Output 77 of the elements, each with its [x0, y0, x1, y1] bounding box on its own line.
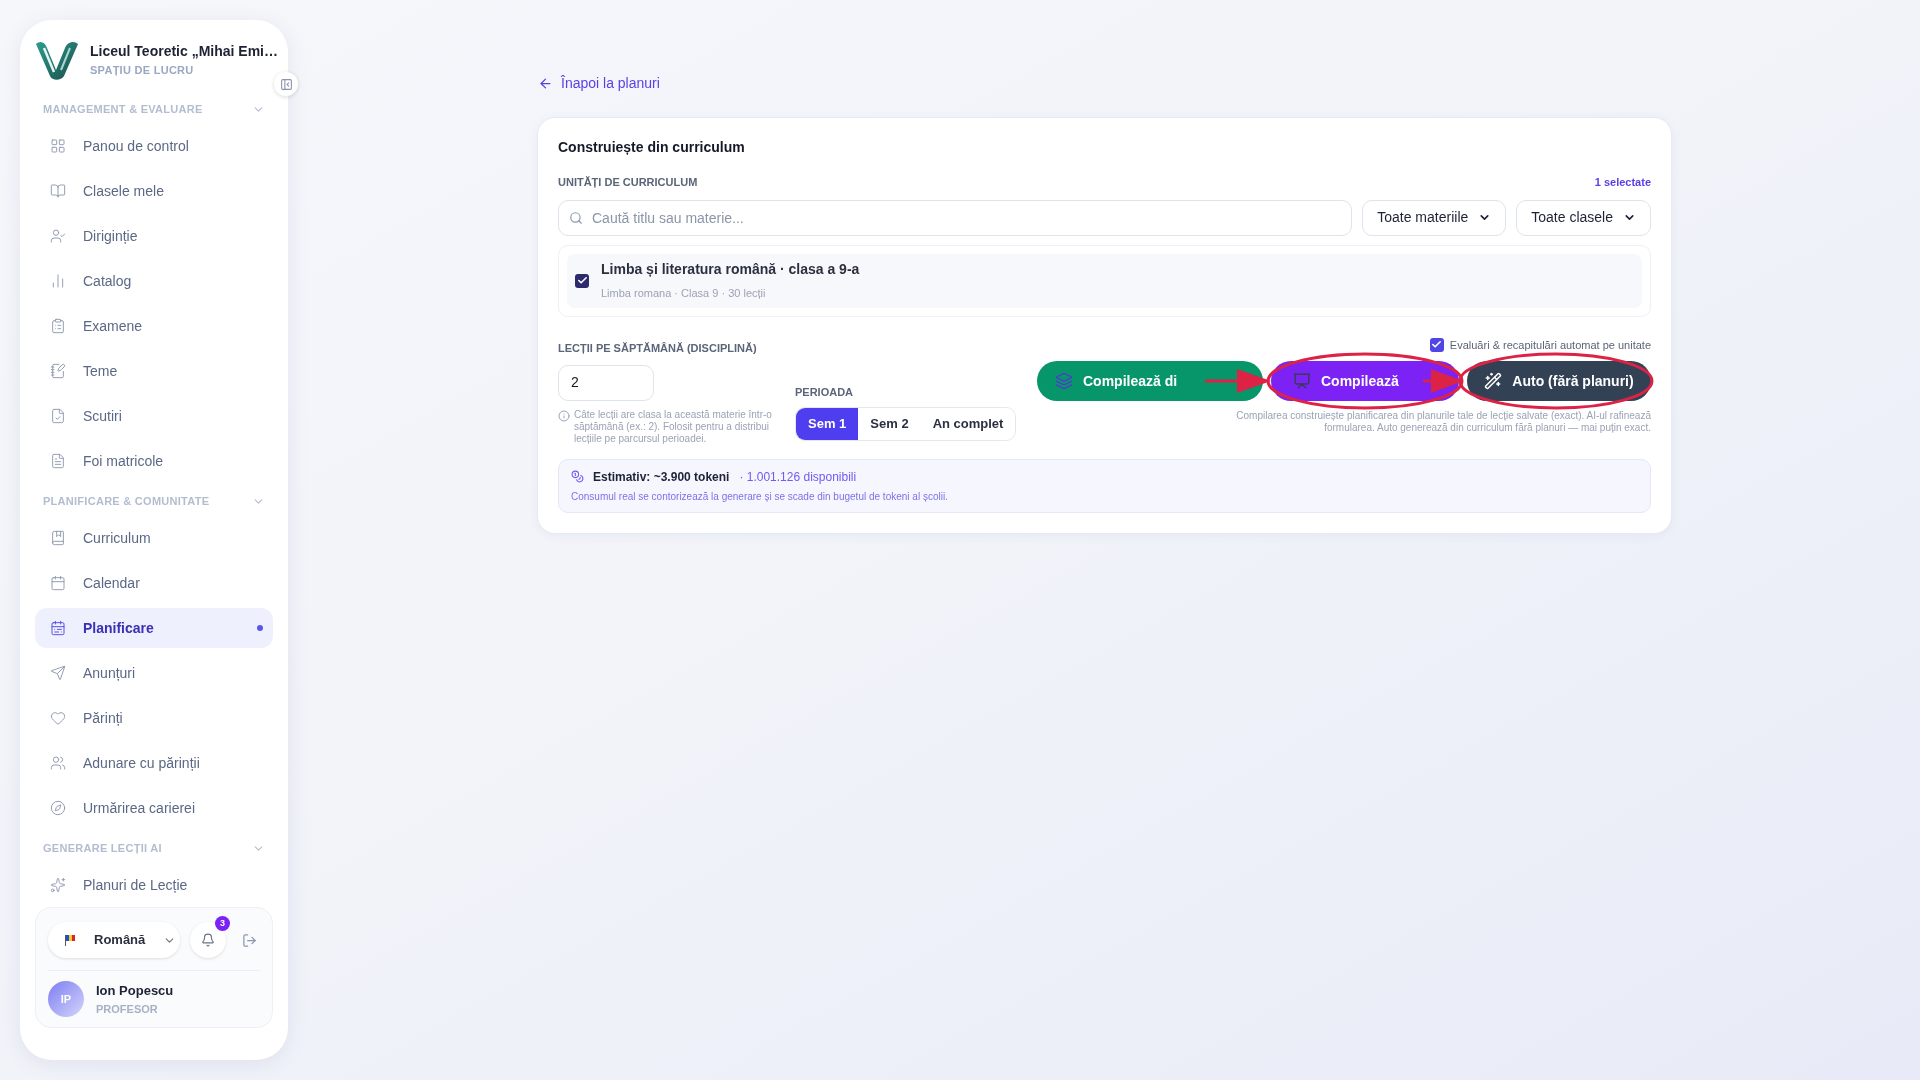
user-name: Ion Popescu [96, 982, 174, 1000]
bell-icon [201, 933, 215, 947]
nav-item[interactable]: Catalog [35, 261, 273, 301]
nav-item[interactable]: Planuri de Lecție [35, 865, 273, 904]
annotation-arrow [1205, 368, 1271, 394]
section-label: LECȚII PE SĂPTĂMÂNĂ (DISCIPLINĂ) [558, 341, 757, 354]
checkbox[interactable] [575, 273, 589, 288]
search-field[interactable]: Caută titlu sau materie... [558, 199, 1353, 236]
selected-count: 1 selectate [1594, 175, 1651, 190]
search-icon [569, 210, 583, 225]
calendar-icon [50, 620, 66, 636]
period-tab[interactable]: Sem 1 [796, 407, 859, 440]
filter-select[interactable]: Toate materiile [1362, 199, 1507, 236]
estimate-label: Estimativ: ~3.900 tokeni [593, 468, 730, 486]
heart-icon [50, 710, 66, 726]
nav-item[interactable]: Diriginție [35, 216, 273, 256]
card-title: Construiește din curriculum [558, 138, 746, 157]
compass-icon [50, 800, 66, 816]
unit-row[interactable]: Limba și literatura română · clasa a 9-a Limba romana · Clasa 9 · 30 lecții [567, 253, 1642, 308]
user-role: PROFESOR [96, 1001, 159, 1017]
notification-badge: 3 [215, 916, 230, 931]
lessons-hint: Câte lecții are clasa la această materie într-o săptămână (ex.: 2). Folosit pentru a distribui lecțiile pe parcursul perioadei. [574, 408, 773, 445]
notebook-icon [50, 363, 66, 379]
notifications-button[interactable] [190, 922, 226, 958]
logo-icon [34, 40, 80, 80]
book-icon [50, 530, 66, 546]
nav-item[interactable]: Calendar [35, 563, 273, 603]
section-label: UNITĂȚI DE CURRICULUM [558, 175, 698, 190]
checkbox[interactable] [1429, 337, 1444, 352]
nav-item[interactable]: Anunțuri [35, 653, 273, 693]
layers-icon [1055, 372, 1073, 390]
available-tokens: · 1.001.126 disponibili [739, 468, 857, 486]
presentation-icon [1293, 372, 1311, 390]
auto-assessments-label: Evaluări & recapitulări automat pe unitate [1449, 337, 1651, 353]
actions-note: Compilarea construiește planificarea din planurile tale de lecție salvate (exact). AI-ul rafinează formularea. Auto generează din curriculum fără planuri — mai puțin exact. [1235, 410, 1651, 434]
user-avatar: IP [48, 981, 84, 1017]
compile-button[interactable]: Auto (fără planuri) [1467, 361, 1651, 401]
panel-toggle-icon [279, 77, 293, 91]
clipboard-icon [50, 318, 66, 334]
info-icon [558, 409, 570, 422]
nav-item[interactable]: Părinți [35, 698, 273, 738]
bar-chart-icon [50, 273, 66, 289]
logout-icon[interactable] [242, 932, 257, 948]
compile-button[interactable]: Compilează di [1037, 361, 1263, 401]
nav-item[interactable]: Adunare cu părinții [35, 743, 273, 783]
coins-icon [571, 470, 584, 483]
users-icon [50, 755, 66, 771]
paper-plane-icon [50, 665, 66, 681]
nav-item[interactable]: Curriculum [35, 518, 273, 558]
unit-meta: Limba romana · Clasa 9 · 30 lecții [601, 286, 767, 302]
book-icon [50, 183, 66, 199]
flag-icon [64, 934, 76, 946]
lessons-input[interactable]: 2 [558, 364, 654, 401]
user-check-icon [50, 228, 66, 244]
nav-item[interactable]: Examene [35, 306, 273, 346]
school-name: Liceul Teoretic „Mihai Emi… [90, 42, 278, 62]
workspace-label: SPAȚIU DE LUCRU [90, 63, 195, 79]
calendar-icon [50, 575, 66, 591]
back-link[interactable]: Înapoi la planuri [538, 73, 660, 94]
nav-item[interactable]: Teme [35, 351, 273, 391]
section-label: PERIOADA [795, 385, 854, 398]
collapse-sidebar-button[interactable] [274, 72, 298, 96]
document-icon [50, 453, 66, 469]
nav-item[interactable]: Scutiri [35, 396, 273, 436]
estimate-note: Consumul real se contorizează la generare și se scade din bugetul de tokeni al școlii. [571, 489, 949, 504]
nav-item[interactable]: Planificare [35, 608, 273, 648]
file-check-icon [50, 408, 66, 424]
magic-wand-icon [1484, 372, 1503, 390]
nav-item[interactable]: Clasele mele [35, 171, 273, 211]
grid-icon [50, 138, 66, 154]
language-selector[interactable]: Română [48, 922, 180, 958]
nav-item[interactable]: Urmărirea carierei [35, 788, 273, 828]
nav-item[interactable]: Panou de control [35, 126, 273, 166]
filter-select[interactable]: Toate clasele [1516, 199, 1651, 236]
unit-title: Limba și literatura română · clasa a 9-a [601, 260, 860, 280]
nav-item[interactable]: Foi matricole [35, 441, 273, 481]
sparkles-icon [50, 877, 66, 893]
